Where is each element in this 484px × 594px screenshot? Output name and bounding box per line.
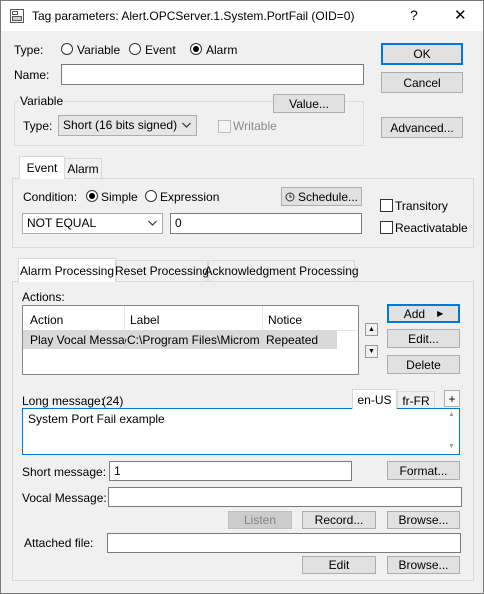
add-language-button[interactable]: + — [444, 390, 460, 407]
condition-simple-radio[interactable] — [86, 190, 98, 202]
listen-button[interactable]: Listen — [228, 511, 292, 529]
attached-edit-button[interactable]: Edit — [302, 556, 376, 574]
chevron-down-icon — [148, 220, 157, 226]
advanced-button[interactable]: Advanced... — [381, 117, 463, 138]
lang-tab-fr-fr[interactable]: fr-FR — [397, 391, 435, 409]
type-variable-label[interactable]: Variable — [77, 43, 120, 57]
condition-expression-label[interactable]: Expression — [160, 190, 219, 204]
long-message-count: (24) — [102, 394, 124, 408]
attached-file-input[interactable] — [107, 533, 461, 553]
condition-label: Condition: — [23, 190, 78, 204]
variable-type-label: Type: — [23, 119, 53, 133]
move-down-arrow-icon[interactable]: ▼ — [365, 345, 378, 358]
short-message-label: Short message: — [22, 465, 107, 479]
writable-label: Writable — [233, 119, 277, 133]
long-message-label: Long message: — [22, 394, 105, 408]
tag-parameters-dialog: Tag parameters: Alert.OPCServer.1.System… — [0, 0, 484, 594]
column-divider — [262, 306, 263, 330]
tab-reset-processing[interactable]: Reset Processing — [115, 260, 209, 281]
lang-tab-en-us[interactable]: en-US — [352, 389, 397, 409]
type-alarm-radio[interactable] — [190, 43, 202, 55]
caret-right-icon: ▶ — [437, 309, 444, 318]
writable-checkbox[interactable] — [218, 120, 231, 133]
attached-browse-button[interactable]: Browse... — [387, 556, 460, 574]
operator-value: NOT EQUAL — [27, 216, 97, 230]
tab-alarm[interactable]: Alarm — [64, 158, 102, 178]
variable-group-label: Variable — [19, 94, 65, 108]
actions-list-header — [23, 306, 358, 331]
column-header-label[interactable]: Label — [130, 313, 159, 327]
add-button[interactable]: Add ▶ — [387, 304, 460, 323]
ok-button[interactable]: OK — [381, 43, 463, 65]
title-bar: Tag parameters: Alert.OPCServer.1.System… — [1, 1, 483, 31]
row-label: C:\Program Files\Microm... — [127, 333, 260, 347]
actions-list[interactable]: Action Label Notice Play Vocal Message C… — [22, 305, 359, 375]
close-icon[interactable]: ✕ — [454, 6, 467, 24]
scroll-down-icon[interactable]: ▼ — [448, 443, 455, 450]
window-title: Tag parameters: Alert.OPCServer.1.System… — [32, 9, 355, 23]
vocal-message-input[interactable] — [108, 487, 462, 507]
type-event-radio[interactable] — [129, 43, 141, 55]
transitory-label: Transitory — [395, 199, 448, 213]
delete-action-button[interactable]: Delete — [387, 355, 460, 374]
row-notice: Repeated — [266, 333, 319, 347]
chevron-down-icon — [182, 122, 191, 128]
reactivatable-checkbox[interactable] — [380, 221, 393, 234]
move-up-arrow-icon[interactable]: ▲ — [365, 323, 378, 336]
attached-file-label: Attached file: — [24, 536, 94, 550]
transitory-checkbox[interactable] — [380, 199, 393, 212]
tab-alarm-processing[interactable]: Alarm Processing — [18, 258, 116, 282]
format-button[interactable]: Format... — [387, 461, 460, 480]
short-message-input[interactable]: 1 — [109, 461, 352, 481]
vocal-browse-button[interactable]: Browse... — [387, 511, 460, 529]
threshold-input[interactable]: 0 — [170, 213, 362, 234]
column-header-notice[interactable]: Notice — [268, 313, 302, 327]
condition-simple-label[interactable]: Simple — [101, 190, 138, 204]
tab-acknowledgment-processing[interactable]: Acknowledgment Processing — [204, 260, 359, 281]
long-message-textarea[interactable]: System Port Fail example — [22, 408, 460, 455]
record-button[interactable]: Record... — [302, 511, 376, 529]
type-alarm-label[interactable]: Alarm — [206, 43, 237, 57]
app-icon — [10, 9, 24, 23]
variable-type-select[interactable]: Short (16 bits signed) — [58, 115, 197, 136]
help-icon[interactable]: ? — [410, 7, 418, 23]
reactivatable-label: Reactivatable — [395, 221, 468, 235]
type-label: Type: — [14, 43, 44, 57]
vocal-message-label: Vocal Message: — [22, 491, 107, 505]
type-variable-radio[interactable] — [61, 43, 73, 55]
clock-icon — [285, 192, 295, 201]
actions-label: Actions: — [22, 290, 65, 304]
schedule-label: Schedule... — [297, 189, 359, 204]
scroll-up-icon[interactable]: ▲ — [448, 411, 455, 418]
variable-type-value: Short (16 bits signed) — [63, 118, 178, 132]
condition-expression-radio[interactable] — [145, 190, 157, 202]
name-label: Name: — [14, 68, 50, 82]
column-divider — [124, 306, 125, 330]
add-label: Add — [403, 306, 426, 321]
schedule-button[interactable]: Schedule... — [281, 187, 362, 206]
column-header-action[interactable]: Action — [30, 313, 63, 327]
value-button[interactable]: Value... — [273, 94, 345, 113]
tab-event[interactable]: Event — [19, 156, 65, 179]
row-action: Play Vocal Message — [30, 333, 126, 347]
cancel-button[interactable]: Cancel — [381, 72, 463, 93]
type-event-label[interactable]: Event — [145, 43, 176, 57]
textarea-scrollbar[interactable]: ▲ ▼ — [446, 410, 458, 453]
edit-action-button[interactable]: Edit... — [387, 329, 460, 348]
name-input[interactable] — [61, 64, 364, 85]
operator-select[interactable]: NOT EQUAL — [22, 213, 163, 234]
